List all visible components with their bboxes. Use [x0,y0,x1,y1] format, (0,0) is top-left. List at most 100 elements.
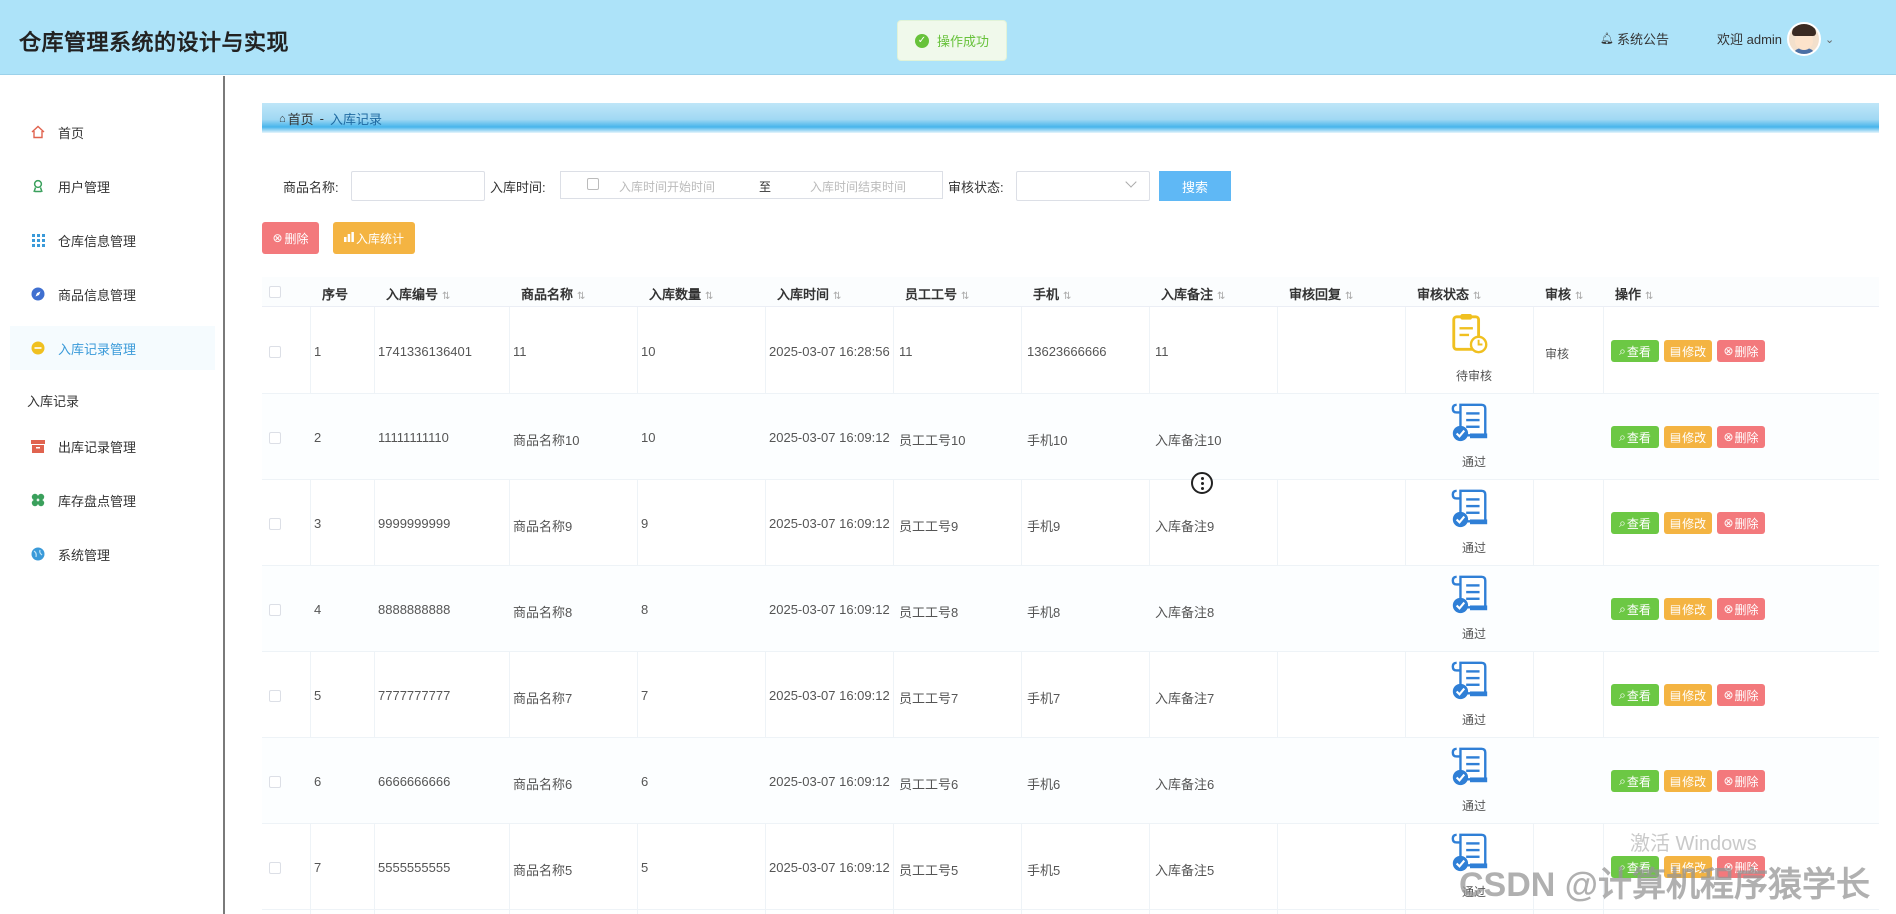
cell-employee-id: 员工工号10 [899,433,966,448]
breadcrumb: ⌂ 首页 - 入库记录 [262,103,1879,133]
row-checkbox[interactable] [269,518,281,530]
cell-phone: 手机6 [1027,777,1061,792]
delete-button[interactable]: ⊗ 删除 [1717,340,1765,362]
cell-goods-name: 商品名称9 [513,519,573,534]
row-checkbox[interactable] [269,604,281,616]
edit-button[interactable]: ▤ 修改 [1664,684,1712,706]
view-button[interactable]: ⌕ 查看 [1611,598,1659,620]
row-checkbox[interactable] [269,690,281,702]
sidebar-item-outbound[interactable]: 出库记录管理 [10,424,215,468]
cell-quantity: 8 [641,602,649,617]
search-button[interactable]: 搜索 [1159,171,1231,201]
view-button[interactable]: ⌕ 查看 [1611,512,1659,534]
search-icon: ⌕ [1619,515,1626,530]
view-button[interactable]: ⌕ 查看 [1611,340,1659,362]
bar-chart-icon [343,231,354,245]
cell-phone: 手机5 [1027,863,1061,878]
approved-document-icon [1450,659,1490,701]
delete-button[interactable]: ⊗ 删除 [1717,770,1765,792]
delete-button[interactable]: ⊗ 删除 [1717,426,1765,448]
breadcrumb-separator: - [319,111,325,126]
cell-no: 3 [314,516,322,531]
select-all-checkbox[interactable] [269,286,281,298]
cell-quantity: 6 [641,774,649,789]
cell-goods-name: 商品名称7 [513,691,573,706]
cell-quantity: 10 [641,430,656,445]
cell-audit-status: 通过 [1461,455,1486,469]
sidebar-item-warehouse[interactable]: 仓库信息管理 [10,218,215,262]
app-frame: 仓库管理系统的设计与实现 ✓ 操作成功 🔔︎ 系统公告 欢迎 admin ⌄ 首… [0,0,1896,914]
audit-link[interactable]: 审核 [1545,345,1569,362]
breadcrumb-home[interactable]: ⌂ 首页 [279,109,314,128]
table-row[interactable]: 6 6666666666 商品名称6 6 2025-03-07 16:09:12 员工工号… [262,738,1879,824]
view-button[interactable]: ⌕ 查看 [1611,426,1659,448]
row-checkbox[interactable] [269,346,281,358]
column-header-sortable[interactable]: 入库编号 ⇅ [386,284,450,303]
column-header-sortable[interactable]: 手机 ⇅ [1033,284,1071,303]
search-icon: ⌕ [1619,687,1626,702]
system-notice-link[interactable]: 🔔︎ 系统公告 [1600,29,1669,48]
column-header-sortable[interactable]: 入库备注 ⇅ [1161,284,1225,303]
cell-time: 2025-03-07 16:09:12 [769,774,890,789]
view-button[interactable]: ⌕ 查看 [1611,684,1659,706]
batch-delete-button[interactable]: ⊗ 删除 [262,222,319,254]
table-row[interactable]: 5 7777777777 商品名称7 7 2025-03-07 16:09:12 员工工号… [262,652,1879,738]
sidebar-subitem-inbound-records[interactable]: 入库记录 [27,391,79,410]
table-row[interactable]: 3 9999999999 商品名称9 9 2025-03-07 16:09:12 员工工号… [262,480,1879,566]
app-title: 仓库管理系统的设计与实现 [19,30,290,55]
table-row[interactable]: 1 1741336136401 11 10 2025-03-07 16:28:56 11 1… [262,308,1879,394]
table-row[interactable]: 2 11111111110 商品名称10 10 2025-03-07 16:09:12 员… [262,394,1879,480]
column-header-sortable[interactable]: 商品名称 ⇅ [521,284,585,303]
row-checkbox[interactable] [269,432,281,444]
cell-time: 2025-03-07 16:09:12 [769,688,890,703]
edit-icon: ▤ [1669,774,1682,788]
cell-remark: 入库备注9 [1155,519,1215,534]
sidebar-item-label: 库存盘点管理 [58,493,137,509]
edit-button[interactable]: ▤ 修改 [1664,426,1712,448]
column-header-sortable[interactable]: 员工工号 ⇅ [905,284,969,303]
sidebar-item-label: 商品信息管理 [58,287,137,303]
chevron-down-icon[interactable]: ⌄ [1825,33,1834,46]
start-time-placeholder[interactable]: 入库时间开始时间 [619,178,715,195]
cell-phone: 手机9 [1027,519,1061,534]
sidebar-item-goods[interactable]: 商品信息管理 [10,272,215,316]
toast-text: 操作成功 [936,34,989,49]
column-header-sortable[interactable]: 入库数量 ⇅ [649,284,713,303]
edit-button[interactable]: ▤ 修改 [1664,770,1712,792]
table-row[interactable]: 4 8888888888 商品名称8 8 2025-03-07 16:09:12 员工工号… [262,566,1879,652]
column-header-sortable[interactable]: 审核状态 ⇅ [1417,284,1481,303]
cell-time: 2025-03-07 16:09:12 [769,430,890,445]
sidebar-item-home[interactable]: 首页 [10,110,215,154]
sidebar-item-stocktake[interactable]: 库存盘点管理 [10,478,215,522]
sidebar-item-label: 仓库信息管理 [58,233,137,249]
edit-button[interactable]: ▤ 修改 [1664,512,1712,534]
batch-delete-label: 删除 [284,231,309,246]
edit-button[interactable]: ▤ 修改 [1664,598,1712,620]
column-header-sortable[interactable]: 操作 ⇅ [1615,284,1653,303]
inbound-time-range-picker[interactable]: 入库时间开始时间 至 入库时间结束时间 [560,171,943,199]
column-header-sortable[interactable]: 审核 ⇅ [1545,284,1583,303]
cell-quantity: 5 [641,860,649,875]
delete-button[interactable]: ⊗ 删除 [1717,512,1765,534]
inbound-records-table: 序号 入库编号 ⇅ 商品名称 ⇅ 入库数量 ⇅ 入库时间 ⇅ 员工工号 ⇅ 手机 ⇅ 入库备… [262,277,1879,914]
cell-audit-status: 待审核 [1455,369,1492,383]
end-time-placeholder[interactable]: 入库时间结束时间 [810,178,906,195]
view-button[interactable]: ⌕ 查看 [1611,770,1659,792]
sidebar-item-label: 系统管理 [58,547,111,563]
row-checkbox[interactable] [269,862,281,874]
avatar[interactable] [1787,22,1821,56]
close-circle-icon: ⊗ [1723,688,1734,702]
inbound-stats-button[interactable]: 入库统计 [333,222,415,254]
delete-button[interactable]: ⊗ 删除 [1717,684,1765,706]
delete-button[interactable]: ⊗ 删除 [1717,598,1765,620]
edit-button[interactable]: ▤ 修改 [1664,340,1712,362]
goods-name-input[interactable] [351,171,485,201]
sidebar-item-label: 出库记录管理 [58,439,137,455]
row-checkbox[interactable] [269,776,281,788]
sidebar-item-inbound[interactable]: 入库记录管理 [10,326,215,370]
column-header-sortable[interactable]: 入库时间 ⇅ [777,284,841,303]
sidebar-item-system[interactable]: 系统管理 [10,532,215,576]
cell-goods-name: 11 [513,344,527,359]
sidebar-item-users[interactable]: 用户管理 [10,164,215,208]
column-header-sortable[interactable]: 审核回复 ⇅ [1289,284,1353,303]
